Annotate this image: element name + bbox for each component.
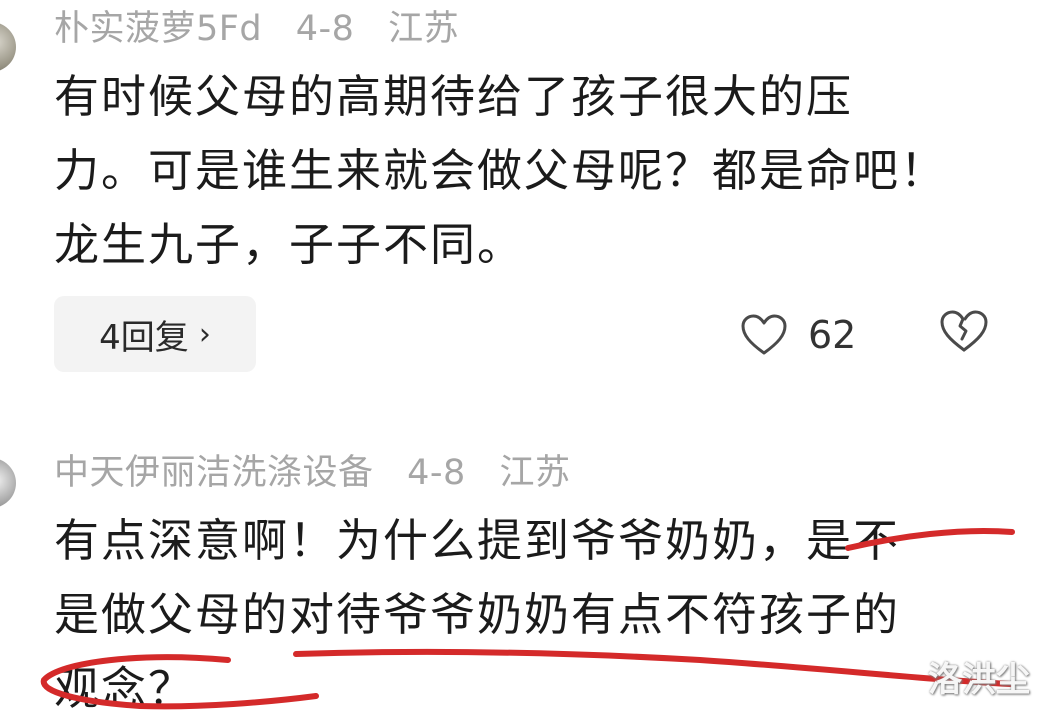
- comment-location: 江苏: [499, 453, 571, 493]
- dislike-button[interactable]: [938, 308, 990, 358]
- comment-line: 龙生九子，子子不同。: [54, 218, 525, 271]
- broken-heart-icon: [940, 310, 988, 352]
- heart-outline-icon: [741, 314, 787, 355]
- avatar[interactable]: [0, 458, 16, 508]
- comment-meta: 朴实菠萝5Fd 4-8 江苏: [54, 0, 481, 51]
- replies-button[interactable]: 4回复 ›: [54, 296, 256, 372]
- username[interactable]: 朴实菠萝5Fd: [54, 9, 262, 49]
- watermark: 洛洪尘: [928, 660, 1030, 700]
- like-button[interactable]: 62: [740, 308, 856, 362]
- comment-location: 江苏: [388, 9, 460, 49]
- replies-label: 4回复: [99, 317, 189, 358]
- comment-date: 4-8: [295, 9, 355, 49]
- comment-line: 有点深意啊！为什么提到爷爷奶奶，是不: [54, 514, 901, 567]
- comment-meta: 中天伊丽洁洗涤设备 4-8 江苏: [54, 444, 592, 495]
- username[interactable]: 中天伊丽洁洗涤设备: [54, 453, 374, 493]
- comment-text: 有时候父母的高期待给了孩子很大的压 力。可是谁生来就会做父母呢？都是命吧！ 龙生…: [54, 60, 1014, 282]
- comment-line: 力。可是谁生来就会做父母呢？都是命吧！: [54, 144, 948, 197]
- like-count: 62: [808, 313, 857, 357]
- comment-text: 有点深意啊！为什么提到爷爷奶奶，是不 是做父母的对待爷爷奶奶有点不符孩子的 观念…: [54, 504, 1014, 726]
- comment-date: 4-8: [407, 453, 466, 493]
- comment-line: 观念？: [54, 662, 196, 715]
- comment-line: 有时候父母的高期待给了孩子很大的压: [54, 70, 854, 123]
- chevron-right-icon: ›: [198, 316, 211, 352]
- avatar[interactable]: [0, 22, 16, 72]
- comment-line: 是做父母的对待爷爷奶奶有点不符孩子的: [54, 588, 901, 641]
